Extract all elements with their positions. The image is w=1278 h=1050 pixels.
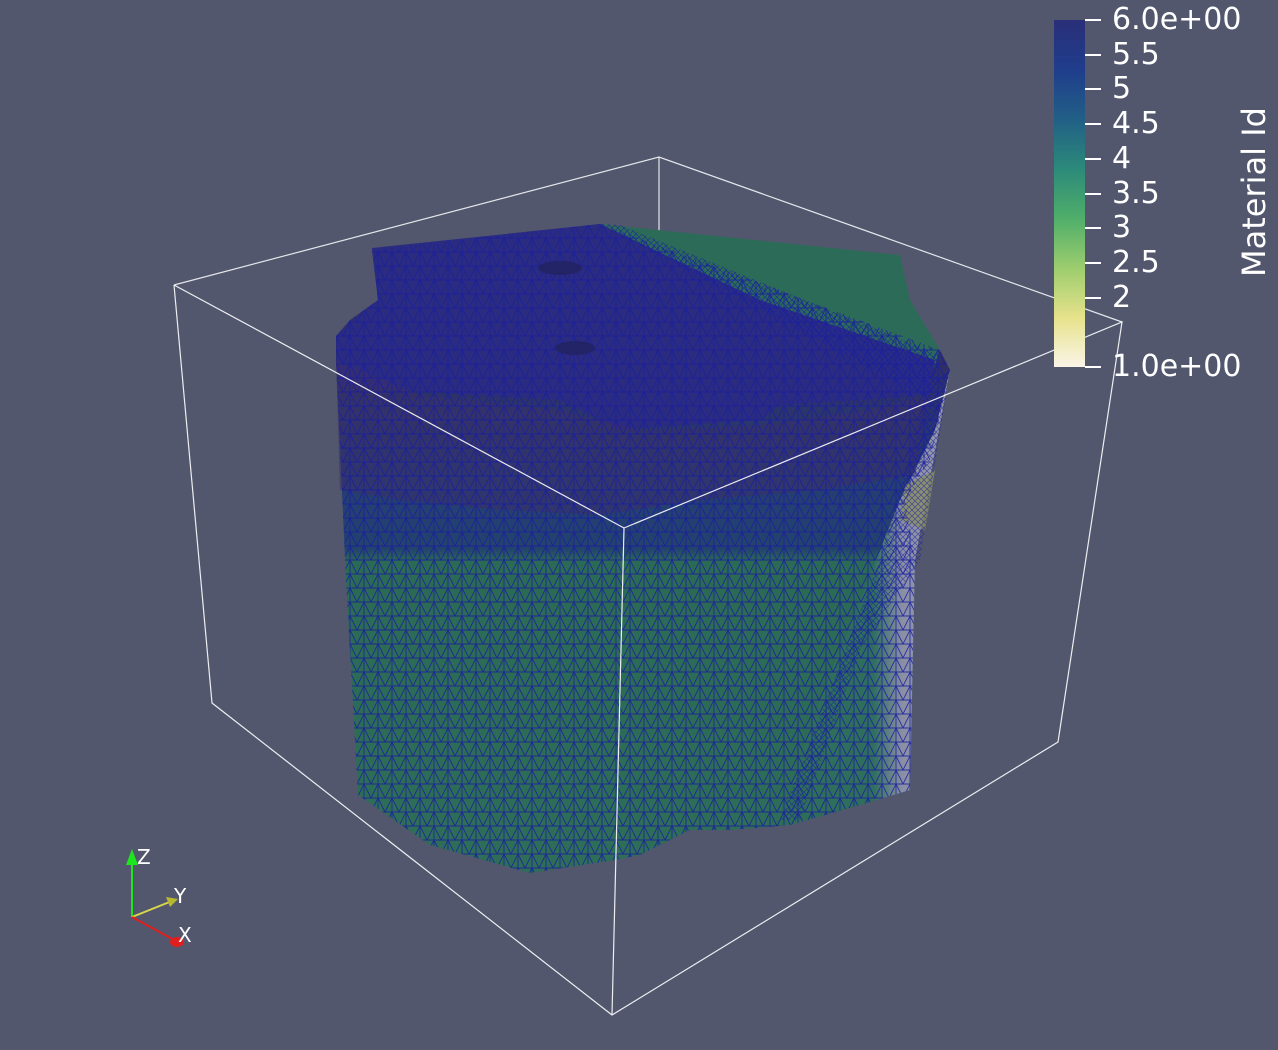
- scalar-bar-tick-label: 4.5: [1112, 106, 1160, 142]
- scalar-bar-tickmark: [1085, 123, 1101, 126]
- scalar-bar-tick-label: 2.5: [1112, 244, 1160, 280]
- y-axis-label: Y: [174, 884, 187, 908]
- z-axis-label: Z: [137, 845, 151, 869]
- x-axis-line: [131, 916, 177, 942]
- scalar-bar-tickmark: [1085, 227, 1101, 230]
- scalar-bar-tick-label: 6.0e+00: [1112, 2, 1242, 37]
- scalar-bar-tick-label: 3.5: [1112, 175, 1160, 211]
- scalar-bar-tick-label: 5: [1112, 71, 1132, 107]
- scalar-bar-gradient: [1054, 20, 1085, 367]
- scalar-bar-tickmark: [1085, 296, 1101, 299]
- scalar-bar-tickmark: [1085, 366, 1101, 368]
- scalar-bar-tickmark: [1085, 53, 1101, 56]
- scalar-bar-tick-label: 2: [1112, 279, 1132, 315]
- scalar-bar-tickmark: [1085, 88, 1101, 91]
- x-axis-label: X: [178, 923, 192, 947]
- scalar-bar-tickmark: [1085, 19, 1101, 21]
- scalar-bar-tickmark: [1085, 157, 1101, 160]
- mesh-geometry: [336, 224, 950, 873]
- scalar-bar-tick-label: 4: [1112, 140, 1132, 176]
- orientation-axes[interactable]: [120, 845, 210, 955]
- scalar-bar-tick-label: 3: [1112, 210, 1132, 246]
- scalar-bar-tickmark: [1085, 261, 1101, 264]
- y-axis-line: [131, 900, 173, 918]
- scalar-bar-tick-label: 5.5: [1112, 36, 1160, 72]
- scalar-bar-tick-label: 1.0e+00: [1112, 349, 1242, 384]
- scalar-bar-tickmark: [1085, 192, 1101, 195]
- scalar-bar-title: Material Id: [1235, 107, 1273, 277]
